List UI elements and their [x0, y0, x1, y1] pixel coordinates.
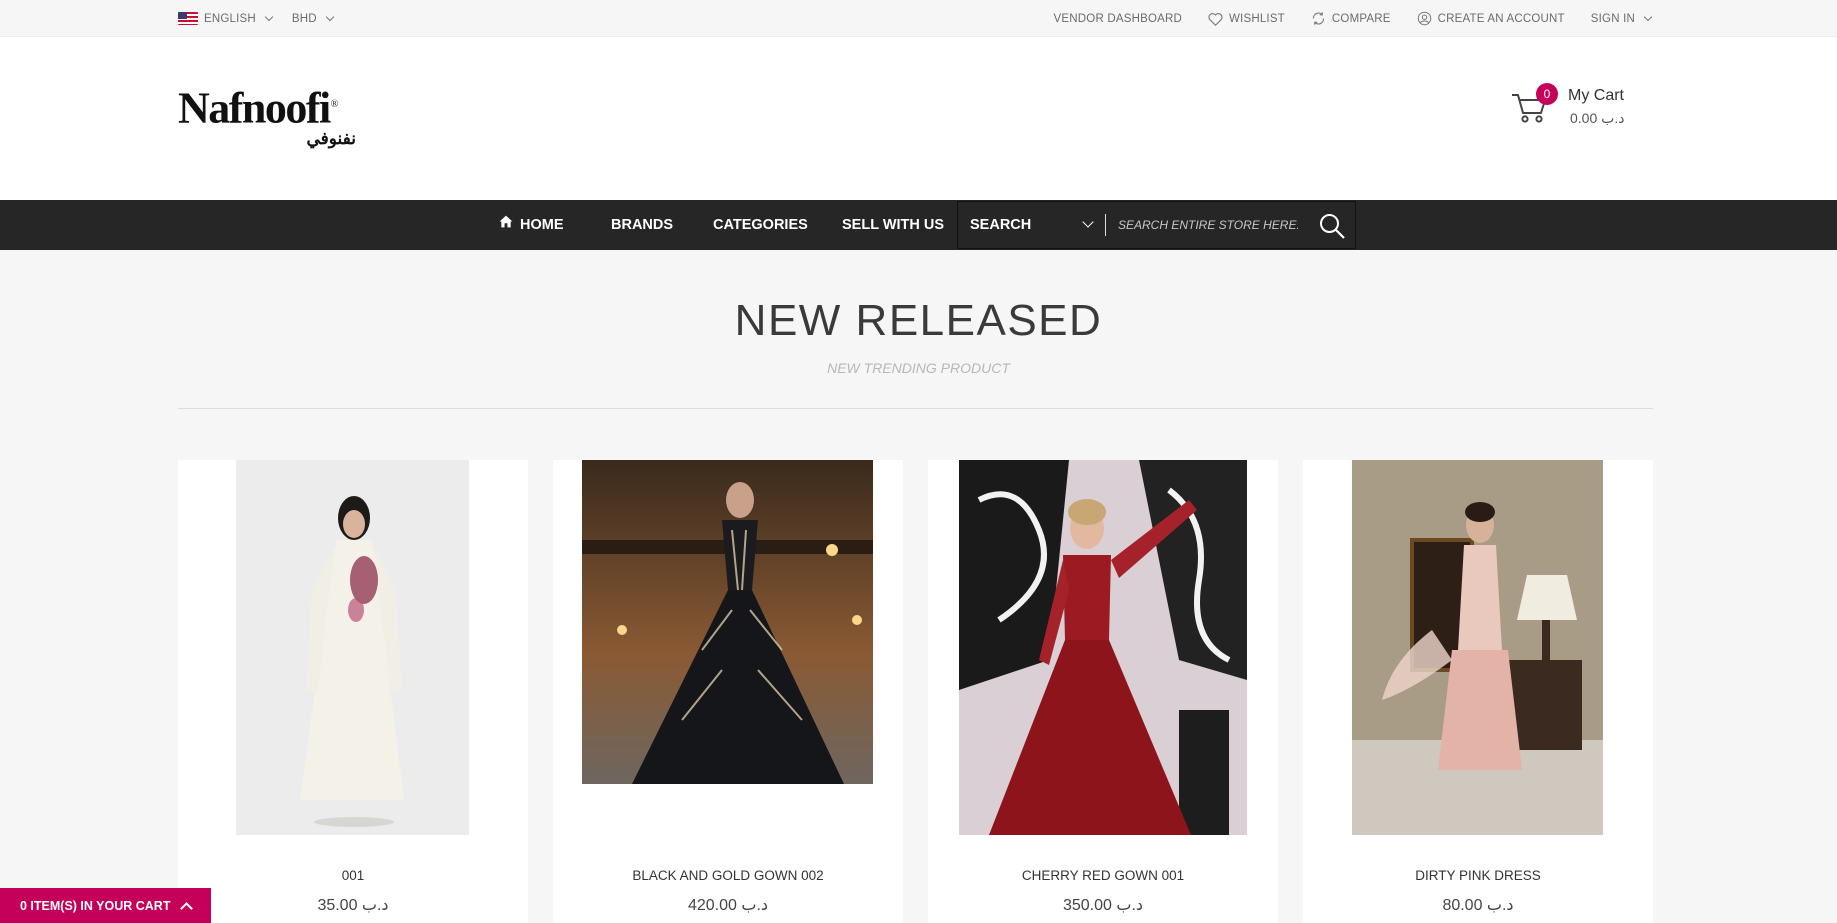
- create-account-label: CREATE AN ACCOUNT: [1437, 12, 1565, 25]
- vendor-dashboard-link[interactable]: VENDOR DASHBOARD: [1054, 13, 1182, 25]
- nav-item-home[interactable]: HOME: [499, 200, 564, 250]
- main-nav: HOME BRANDS CATEGORIES SELL WITH US SEAR…: [0, 200, 1837, 250]
- vendor-dashboard-label: VENDOR DASHBOARD: [1053, 12, 1182, 25]
- compare-label: COMPARE: [1331, 12, 1391, 25]
- product-image[interactable]: [236, 460, 469, 835]
- product-card[interactable]: CHERRY RED GOWN 001 350.00 د.ب: [928, 460, 1278, 923]
- us-flag-icon: [178, 12, 198, 25]
- chevron-down-icon: [1082, 216, 1094, 228]
- product-name[interactable]: BLACK AND GOLD GOWN 002: [553, 868, 903, 883]
- product-price: 35.00 د.ب: [317, 897, 389, 914]
- heart-icon: [1208, 11, 1223, 26]
- search-icon: [1320, 214, 1345, 239]
- user-icon: [1417, 11, 1432, 26]
- nav-item-sell-with-us[interactable]: SELL WITH US: [842, 200, 944, 250]
- top-bar-right: VENDOR DASHBOARD WISHLIST COMPARE CREATE…: [1054, 0, 1653, 37]
- header: Nafnoofi® نفنوفي 0 My Cart 0.00 د.ب: [0, 37, 1837, 200]
- section-subtitle: NEW TRENDING PRODUCT: [827, 360, 1010, 376]
- create-account-link[interactable]: CREATE AN ACCOUNT: [1417, 11, 1565, 26]
- search-category-select[interactable]: SEARCH: [970, 202, 1031, 248]
- mini-cart[interactable]: 0 My Cart 0.00 د.ب: [1510, 83, 1640, 133]
- product-image[interactable]: [1352, 460, 1603, 835]
- product-card[interactable]: 001 35.00 د.ب: [178, 460, 528, 923]
- product-price: 420.00 د.ب: [687, 897, 769, 914]
- language-switcher[interactable]: ENGLISH: [178, 12, 274, 25]
- product-price: 350.00 د.ب: [1062, 897, 1144, 914]
- currency-switcher[interactable]: BHD: [291, 12, 335, 25]
- currency-label: BHD: [291, 12, 317, 25]
- chevron-up-icon: [180, 901, 194, 915]
- search-separator: [1105, 214, 1106, 236]
- chevron-down-icon: [264, 12, 274, 22]
- wishlist-link[interactable]: WISHLIST: [1208, 11, 1285, 26]
- compare-link[interactable]: COMPARE: [1311, 11, 1391, 26]
- wishlist-label: WISHLIST: [1229, 12, 1285, 25]
- home-icon: [499, 199, 513, 249]
- refresh-icon: [1311, 11, 1326, 26]
- cart-summary-strip[interactable]: 0 ITEM(S) IN YOUR CART: [0, 888, 211, 923]
- search-button[interactable]: [1318, 212, 1346, 240]
- sign-in-label: SIGN IN: [1590, 12, 1635, 25]
- product-price: 80.00 د.ب: [1442, 897, 1514, 914]
- top-bar: ENGLISH BHD VENDOR DASHBOARD WISHLIST CO…: [0, 0, 1837, 37]
- product-name[interactable]: DIRTY PINK DRESS: [1303, 868, 1653, 883]
- cart-amount: 0.00 د.ب: [1570, 110, 1625, 126]
- language-label: ENGLISH: [204, 12, 256, 25]
- product-card[interactable]: BLACK AND GOLD GOWN 002 420.00 د.ب: [553, 460, 903, 923]
- logo-latin: Nafnoofi®: [178, 83, 338, 133]
- cart-title: My Cart: [1568, 87, 1624, 104]
- chevron-down-icon: [325, 12, 335, 22]
- product-name[interactable]: CHERRY RED GOWN 001: [928, 868, 1278, 883]
- top-bar-left: ENGLISH BHD: [178, 0, 335, 37]
- search-box: SEARCH: [957, 201, 1356, 249]
- chevron-down-icon: [1643, 12, 1653, 22]
- nav-item-categories[interactable]: CATEGORIES: [713, 200, 808, 250]
- product-image[interactable]: [582, 460, 873, 784]
- product-name[interactable]: 001: [178, 868, 528, 883]
- section-title: NEW RELEASED: [734, 296, 1103, 345]
- section-divider: [178, 408, 1653, 409]
- product-card[interactable]: DIRTY PINK DRESS 80.00 د.ب: [1303, 460, 1653, 923]
- nav-home-label: HOME: [520, 217, 564, 233]
- product-image[interactable]: [959, 460, 1247, 835]
- site-logo[interactable]: Nafnoofi® نفنوفي: [178, 83, 368, 149]
- nav-item-brands[interactable]: BRANDS: [611, 200, 673, 250]
- search-input[interactable]: [1118, 210, 1298, 240]
- cart-summary-label: 0 ITEM(S) IN YOUR CART: [20, 898, 171, 913]
- sign-in-link[interactable]: SIGN IN: [1590, 12, 1653, 25]
- cart-count-badge: 0: [1536, 83, 1558, 105]
